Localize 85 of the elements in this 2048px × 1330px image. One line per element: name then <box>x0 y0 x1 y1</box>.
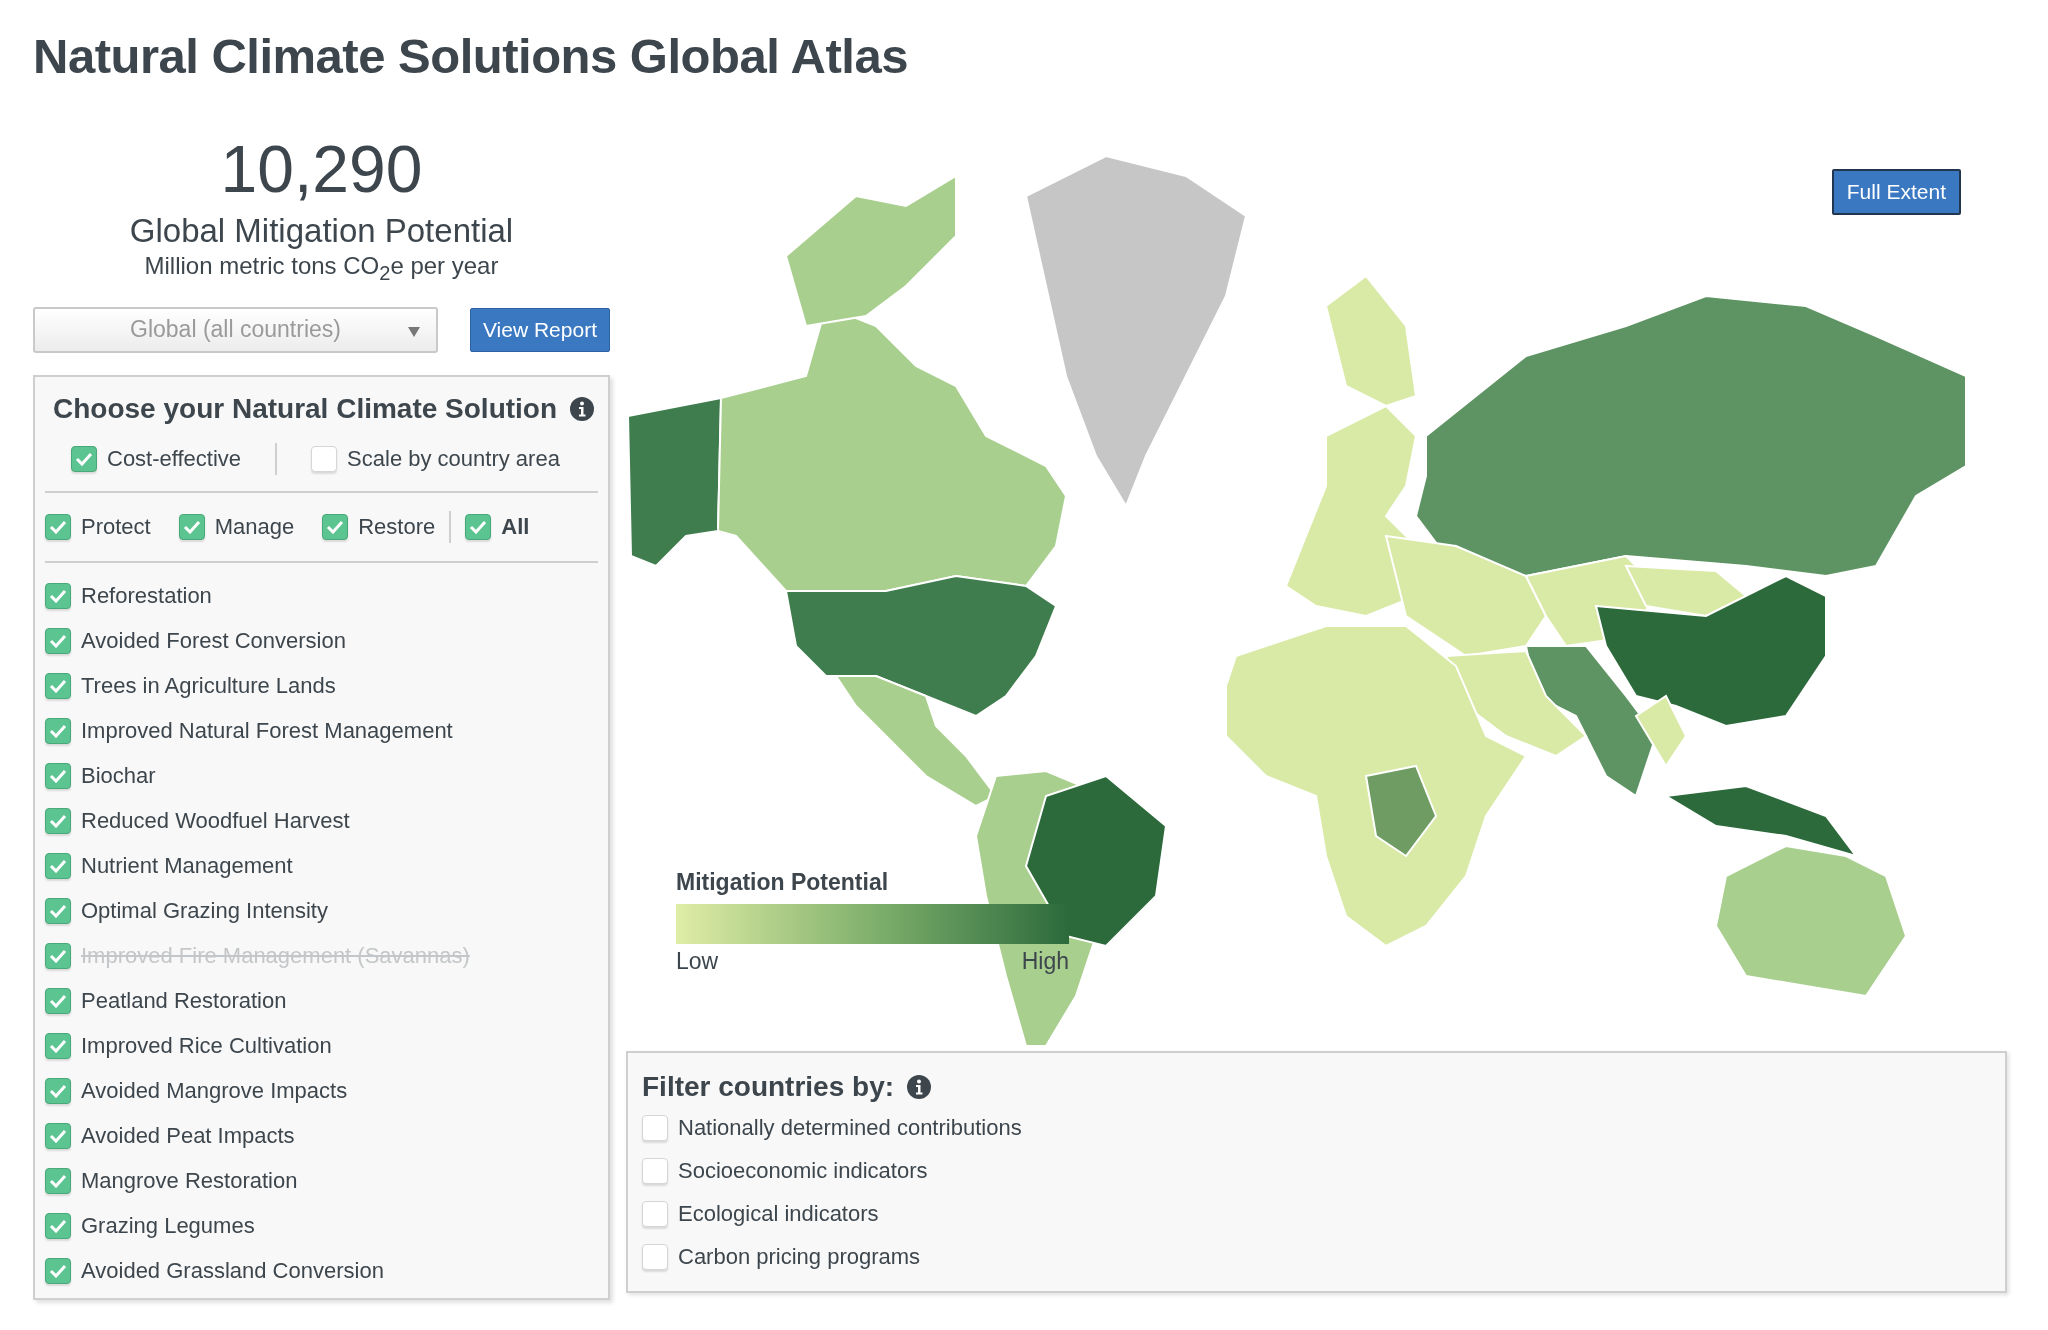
checkmark-icon <box>49 858 67 873</box>
checkmark-icon <box>49 588 67 603</box>
legend-title: Mitigation Potential <box>676 869 889 896</box>
solution-checkbox-item[interactable]: Avoided Mangrove Impacts <box>45 1077 348 1104</box>
solution-checkbox-item[interactable]: Avoided Peat Impacts <box>45 1122 295 1149</box>
panel-title: Choose your Natural Climate Solution <box>53 392 558 425</box>
checkbox[interactable] <box>71 445 97 472</box>
checkmark-icon <box>49 768 67 783</box>
solution-checkbox-item[interactable]: Avoided Forest Conversion <box>45 627 346 654</box>
checkbox[interactable] <box>45 717 71 744</box>
checkbox[interactable] <box>45 1122 71 1149</box>
checkbox[interactable] <box>311 445 338 472</box>
full-extent-button[interactable]: Full Extent <box>1831 169 1961 215</box>
checkmark-icon <box>49 1038 67 1053</box>
solution-checkbox-item[interactable]: Grazing Legumes <box>45 1212 255 1239</box>
filter-title: Filter countries by: <box>642 1071 895 1103</box>
checkbox[interactable] <box>45 1212 71 1239</box>
unit-label: Million metric tons CO$_{2}$e per year <box>144 252 499 285</box>
filter-checkbox-item[interactable]: Carbon pricing programs <box>642 1244 921 1270</box>
checkbox[interactable] <box>45 582 71 609</box>
checkmark-icon <box>49 723 67 738</box>
solution-checkbox-item[interactable]: Avoided Grassland Conversion <box>45 1257 384 1284</box>
solution-checkbox-item[interactable]: Mangrove Restoration <box>45 1167 298 1194</box>
mitigation-label: Global Mitigation Potential <box>129 212 514 250</box>
checkmark-icon <box>182 519 201 534</box>
caret-icon <box>408 326 420 337</box>
checkmark-icon <box>49 948 67 963</box>
checkbox[interactable] <box>642 1115 668 1141</box>
category-checkbox-item[interactable]: All <box>465 513 530 540</box>
solution-checkbox-item[interactable]: Reduced Woodfuel Harvest <box>45 807 350 834</box>
checkmark-icon <box>49 1263 67 1278</box>
checkmark-icon <box>49 813 67 828</box>
solution-checkbox-item[interactable]: Peatland Restoration <box>45 987 287 1014</box>
solution-checkbox-item[interactable]: Improved Natural Forest Management <box>45 717 453 744</box>
checkbox[interactable] <box>45 1257 71 1284</box>
checkmark-icon <box>75 451 93 466</box>
option-checkbox-item[interactable]: Scale by country area <box>311 445 560 472</box>
mitigation-value: 10,290 <box>220 136 423 202</box>
checkbox[interactable] <box>45 672 71 699</box>
checkmark-icon <box>49 519 67 534</box>
checkbox[interactable] <box>642 1201 668 1227</box>
checkbox[interactable] <box>642 1244 668 1270</box>
info-icon[interactable] <box>569 395 596 422</box>
category-checkbox-item[interactable]: Restore <box>322 513 436 540</box>
filter-checkbox-item[interactable]: Ecological indicators <box>642 1201 879 1227</box>
filter-checkbox-item[interactable]: Nationally determined contributions <box>642 1115 1022 1141</box>
view-report-button[interactable]: View Report <box>470 307 610 352</box>
option-checkbox-item[interactable]: Cost-effective <box>71 445 242 472</box>
checkmark-icon <box>49 1173 67 1188</box>
checkbox[interactable] <box>45 513 71 540</box>
checkbox[interactable] <box>45 762 71 789</box>
checkmark-icon <box>49 903 67 918</box>
solution-checkbox-item[interactable]: Biochar <box>45 762 156 789</box>
page-title: Natural Climate Solutions Global Atlas <box>33 28 908 84</box>
solution-checkbox-item[interactable]: Improved Rice Cultivation <box>45 1032 332 1059</box>
checkbox[interactable] <box>178 513 205 540</box>
category-checkbox-item[interactable]: Manage <box>178 513 295 540</box>
checkbox[interactable] <box>45 1032 71 1059</box>
legend-low-label: Low <box>676 948 719 975</box>
solution-checkbox-item[interactable]: Reforestation <box>45 582 212 609</box>
checkbox[interactable] <box>45 852 71 879</box>
checkmark-icon <box>49 678 67 693</box>
solution-checkbox-item[interactable]: Nutrient Management <box>45 852 293 879</box>
checkbox[interactable] <box>45 897 71 924</box>
checkbox[interactable] <box>465 513 492 540</box>
category-checkbox-item[interactable]: Protect <box>45 513 151 540</box>
checkbox[interactable] <box>45 987 71 1014</box>
checkmark-icon <box>49 1218 67 1233</box>
checkmark-icon <box>49 633 67 648</box>
filter-checkbox-item[interactable]: Socioeconomic indicators <box>642 1158 928 1184</box>
checkbox[interactable] <box>45 627 71 654</box>
checkbox[interactable] <box>45 1077 71 1104</box>
solution-checkbox-item[interactable]: Optimal Grazing Intensity <box>45 897 328 924</box>
checkmark-icon <box>326 519 345 534</box>
checkbox[interactable] <box>45 807 71 834</box>
checkbox[interactable] <box>322 513 349 540</box>
checkmark-icon <box>49 993 67 1008</box>
checkmark-icon <box>49 1128 67 1143</box>
legend-high-label: High <box>1021 948 1069 975</box>
solution-checkbox-item[interactable]: Trees in Agriculture Lands <box>45 672 336 699</box>
info-icon[interactable] <box>906 1074 933 1100</box>
checkbox[interactable] <box>45 1167 71 1194</box>
checkmark-icon <box>49 1083 67 1098</box>
checkbox[interactable] <box>642 1158 668 1184</box>
checkmark-icon <box>469 519 488 534</box>
